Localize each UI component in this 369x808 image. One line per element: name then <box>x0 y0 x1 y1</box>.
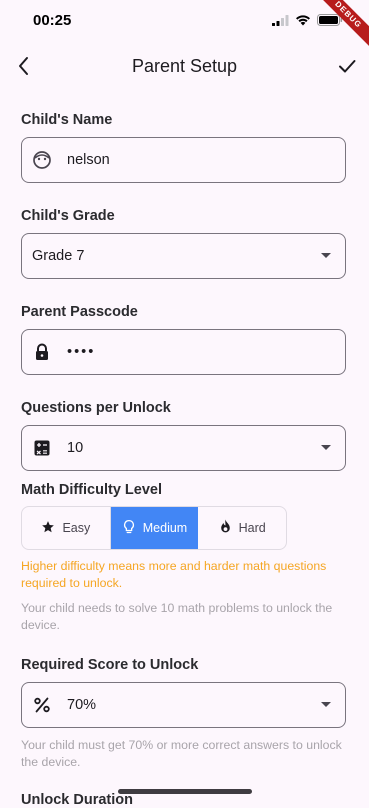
passcode-label: Parent Passcode <box>21 304 138 320</box>
difficulty-hint-text: Your child needs to solve 10 math proble… <box>21 601 333 632</box>
status-bar: 00:25 DEBUG <box>0 0 369 51</box>
score-value: 70% <box>67 697 97 713</box>
difficulty-option-easy[interactable]: Easy <box>22 507 110 549</box>
difficulty-warning-text: Higher difficulty means more and harder … <box>21 559 327 590</box>
child-grade-dropdown[interactable]: Grade 7 <box>21 233 346 279</box>
difficulty-label: Math Difficulty Level <box>21 482 162 498</box>
score-hint-text: Your child must get 70% or more correct … <box>21 738 342 769</box>
save-button[interactable] <box>335 54 359 78</box>
check-icon <box>335 60 359 82</box>
questions-dropdown[interactable]: 10 <box>21 425 346 471</box>
home-indicator <box>118 789 252 794</box>
difficulty-option-label: Medium <box>142 521 188 535</box>
difficulty-segmented-control: Easy Medium Hard <box>21 506 287 550</box>
questions-label: Questions per Unlock <box>21 400 171 416</box>
questions-value: 10 <box>67 440 84 456</box>
flame-icon <box>219 519 232 537</box>
child-name-value: nelson <box>67 152 110 168</box>
dropdown-arrow-icon <box>321 702 331 707</box>
passcode-field[interactable]: •••• <box>21 329 346 375</box>
score-label: Required Score to Unlock <box>21 657 199 673</box>
lock-icon <box>32 342 52 362</box>
calculator-icon <box>32 438 52 458</box>
status-icons <box>272 13 343 31</box>
signal-icon <box>272 13 289 31</box>
child-grade-value: Grade 7 <box>32 248 85 264</box>
page-title: Parent Setup <box>131 56 238 76</box>
percent-icon <box>32 695 52 715</box>
difficulty-option-label: Easy <box>62 521 91 535</box>
app-bar: Parent Setup <box>0 44 369 88</box>
face-icon <box>32 150 52 170</box>
dropdown-arrow-icon <box>321 445 331 450</box>
unlock-duration-label: Unlock Duration <box>21 792 133 808</box>
difficulty-option-medium[interactable]: Medium <box>109 507 199 549</box>
difficulty-option-hard[interactable]: Hard <box>198 507 286 549</box>
child-name-label: Child's Name <box>21 112 113 128</box>
difficulty-option-label: Hard <box>238 521 266 535</box>
passcode-value: •••• <box>67 344 96 360</box>
wifi-icon <box>295 13 311 31</box>
dropdown-arrow-icon <box>321 253 331 258</box>
child-grade-label: Child's Grade <box>21 208 115 224</box>
lightbulb-icon <box>122 519 136 538</box>
child-name-field[interactable]: nelson <box>21 137 346 183</box>
score-dropdown[interactable]: 70% <box>21 682 346 728</box>
star-icon <box>41 520 55 537</box>
status-time: 00:25 <box>33 12 72 29</box>
